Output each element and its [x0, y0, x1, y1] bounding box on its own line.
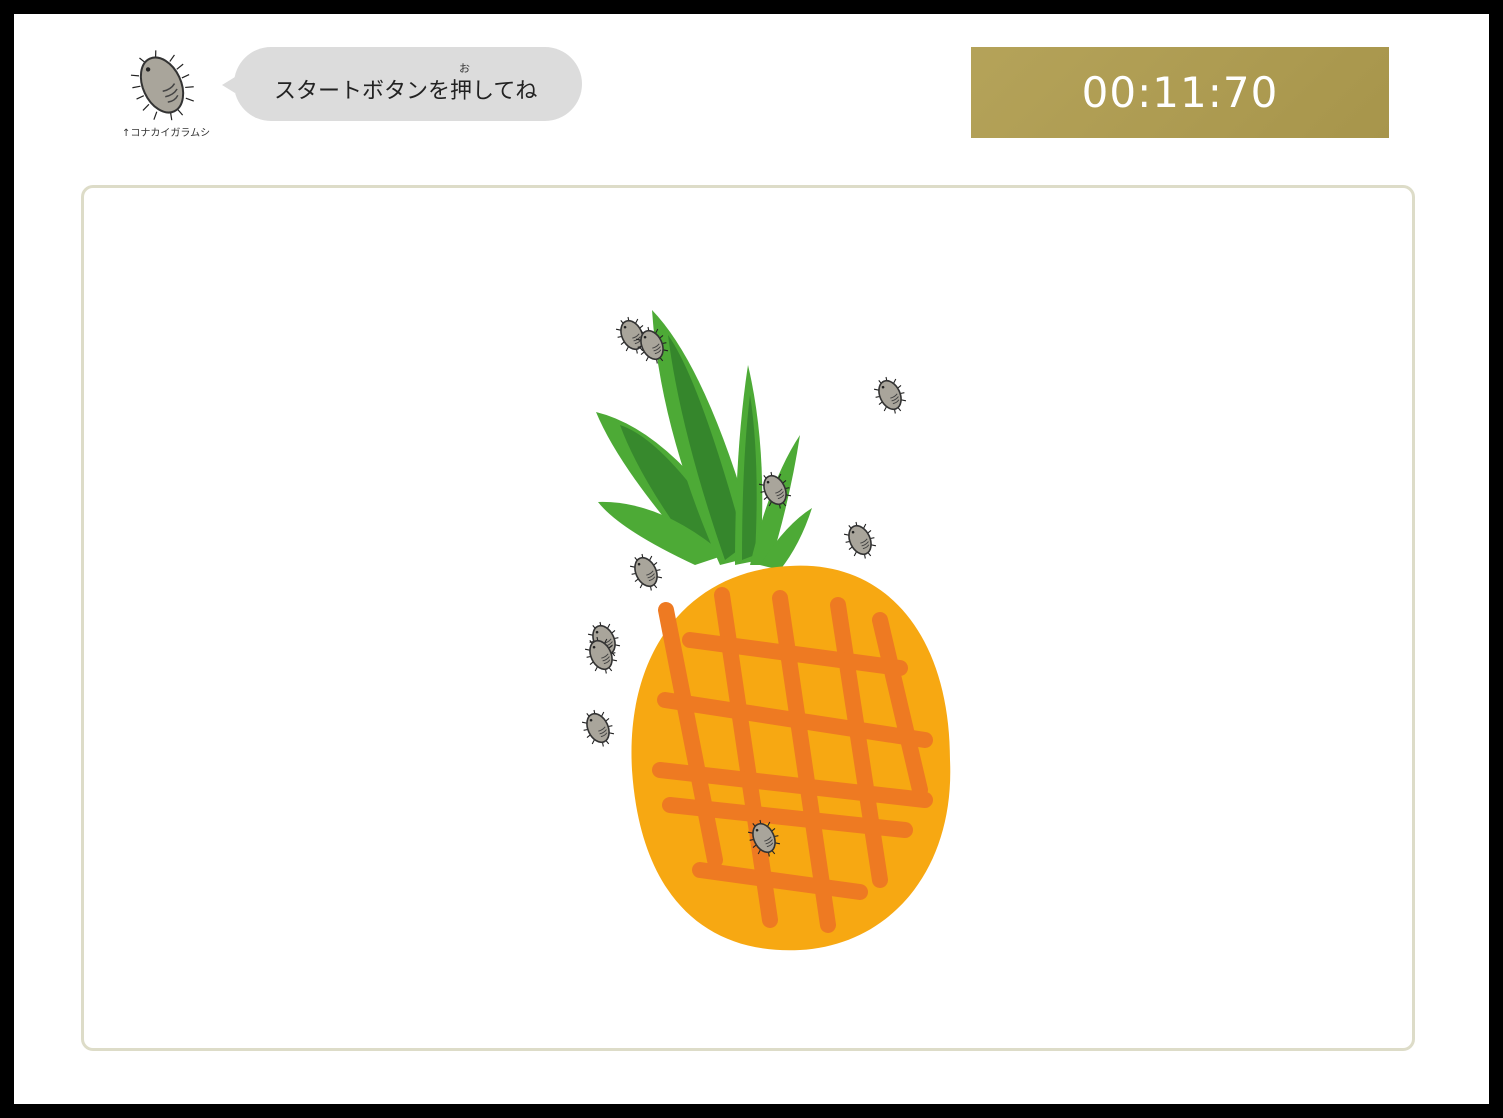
mascot-caption: ↑コナカイガラムシ	[122, 128, 211, 139]
speech-bubble: お スタートボタンを押してね	[222, 47, 582, 121]
mealybug-mascot-icon	[130, 50, 194, 121]
timer-display: 00:11:70	[971, 47, 1389, 138]
instruction-text: スタートボタンを押してね	[274, 79, 538, 104]
game-board[interactable]	[81, 185, 1415, 1051]
